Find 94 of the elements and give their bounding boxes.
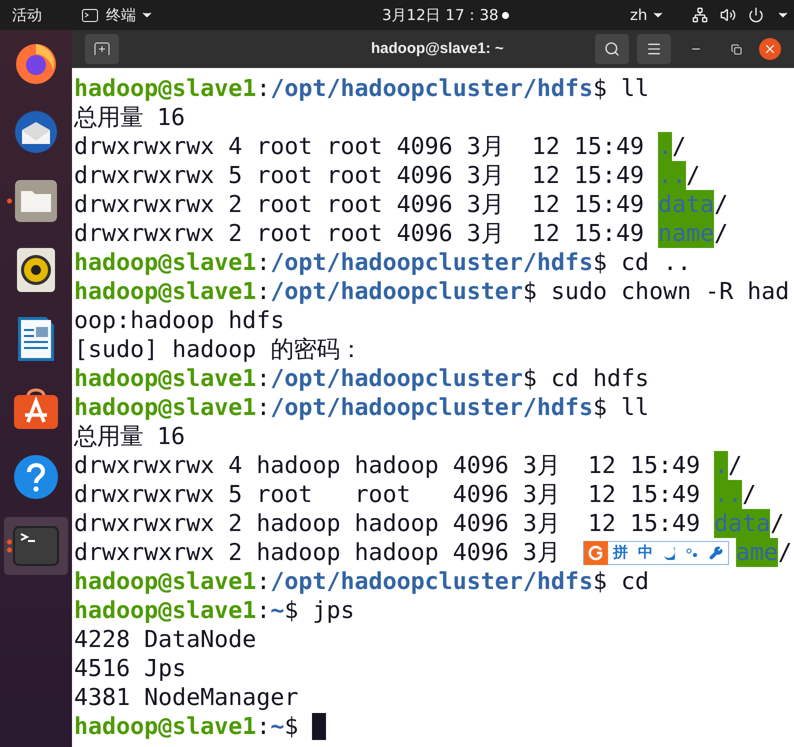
prompt-path: /opt/hadoopcluster/hdfs [270, 248, 593, 277]
directory-name: data [714, 509, 770, 538]
terminal-text: / [742, 480, 756, 509]
search-icon [604, 41, 620, 57]
terminal-text: : [256, 248, 270, 277]
prompt-path: /opt/hadoopcluster/hdfs [270, 74, 593, 103]
close-button[interactable] [759, 38, 781, 60]
new-tab-icon [94, 42, 110, 56]
prompt-user: hadoop@slave1 [74, 248, 256, 277]
prompt-user: hadoop@slave1 [74, 393, 256, 422]
prompt-user: hadoop@slave1 [74, 712, 256, 741]
prompt-path: /opt/hadoopcluster [270, 277, 523, 306]
directory-name: name [658, 219, 714, 248]
terminal-text: 总用量 16 [74, 103, 186, 132]
terminal-text: drwxrwxrwx 5 root root 4096 3月 12 15:49 [74, 480, 702, 509]
menu-icon [646, 41, 662, 57]
terminal-text: 4228 DataNode [74, 625, 256, 654]
menu-button[interactable] [637, 34, 671, 64]
app-menu[interactable]: 终端 [82, 4, 154, 26]
terminal-text: $ ll [592, 74, 650, 103]
help-icon [14, 455, 58, 499]
terminal-text: : [256, 567, 270, 596]
prompt-user: hadoop@slave1 [74, 277, 256, 306]
wrench-icon[interactable] [708, 546, 723, 560]
terminal-icon [82, 8, 98, 22]
terminal-text: 4516 Jps [74, 654, 186, 683]
prompt-user: hadoop@slave1 [74, 74, 256, 103]
directory-name: . [658, 132, 672, 161]
terminal-text: $ cd .. [592, 248, 692, 277]
new-tab-button[interactable] [85, 34, 119, 64]
terminal-text: drwxrwxrwx 4 hadoop hadoop 4096 3月 12 15:49 [74, 451, 702, 480]
terminal-text: drwxrwxrwx 4 root root 4096 3月 12 15:49 [74, 132, 646, 161]
search-button[interactable] [595, 34, 629, 64]
shopping-bag-icon [13, 386, 59, 430]
terminal-text: $ cd [592, 567, 650, 596]
terminal-text: [sudo] hadoop 的密码： [74, 335, 362, 364]
close-icon [763, 42, 777, 56]
prompt-path: ~ [270, 596, 284, 625]
terminal-text: / [714, 190, 728, 219]
terminal-icon [13, 526, 59, 566]
network-icon[interactable] [692, 7, 708, 23]
power-icon[interactable] [748, 7, 764, 23]
thunderbird-icon [12, 108, 60, 156]
prompt-path: /opt/hadoopcluster/hdfs [270, 567, 593, 596]
terminal-text: $ ll [592, 393, 650, 422]
terminal-text: : [256, 277, 270, 306]
activities-button[interactable]: 活动 [12, 4, 42, 26]
directory-name: .. [714, 480, 742, 509]
terminal-text: drwxrwxrwx 2 hadoop hadoop 4096 3月 12 15:49 [74, 509, 702, 538]
directory-name: data [658, 190, 714, 219]
document-icon [17, 316, 55, 362]
prompt-path: /opt/hadoopcluster/hdfs [270, 393, 593, 422]
volume-icon[interactable] [720, 7, 736, 23]
folder-icon [14, 179, 58, 223]
terminal-text: 4381 NodeManager [74, 683, 298, 712]
terminal-text: $ cd hdfs [522, 364, 650, 393]
ime-mode-button[interactable]: 拼 [608, 545, 633, 560]
terminal-text: : [256, 364, 270, 393]
terminal-text: / [714, 219, 728, 248]
terminal-text: : [256, 712, 270, 741]
input-method-menu[interactable]: zh [630, 4, 648, 26]
prompt-path: /opt/hadoopcluster [270, 364, 523, 393]
terminal-text: $ jps [284, 596, 355, 625]
restore-icon [730, 44, 742, 54]
directory-name: ame [736, 538, 778, 567]
terminal-text: $ [284, 712, 300, 741]
terminal-text: : [256, 596, 270, 625]
terminal-text: / [672, 132, 686, 161]
terminal-text: drwxrwxrwx 2 hadoop hadoop 4096 3月 [74, 538, 560, 567]
clock[interactable]: 3月12日 17：38 [382, 4, 499, 26]
prompt-user: hadoop@slave1 [74, 567, 256, 596]
moon-icon[interactable] [662, 546, 675, 560]
terminal-text: oop:hadoop hdfs [74, 306, 284, 335]
prompt-user: hadoop@slave1 [74, 364, 256, 393]
prompt-user: hadoop@slave1 [74, 596, 256, 625]
terminal-text: / [770, 509, 784, 538]
directory-name: . [714, 451, 728, 480]
terminal-text: : [256, 74, 270, 103]
text-cursor [312, 713, 326, 740]
terminal-text: drwxrwxrwx 2 root root 4096 3月 12 15:49 [74, 190, 646, 219]
window-title: hadoop@slave1: ~ [371, 38, 504, 59]
punctuation-icon[interactable] [684, 546, 699, 560]
terminal-text: : [256, 393, 270, 422]
terminal-text: 总用量 16 [74, 422, 186, 451]
terminal-text: / [686, 161, 700, 190]
terminal-text: / [778, 538, 792, 567]
terminal-text: $ sudo chown -R had [522, 277, 790, 306]
ime-mode-button[interactable]: 中 [632, 545, 658, 560]
terminal-text: drwxrwxrwx 2 root root 4096 3月 12 15:49 [74, 219, 646, 248]
terminal-text: drwxrwxrwx 5 root root 4096 3月 12 15:49 [74, 161, 646, 190]
terminal-text: / [728, 451, 742, 480]
prompt-path: ~ [270, 712, 284, 741]
speaker-icon [17, 248, 55, 292]
directory-name: .. [658, 161, 686, 190]
